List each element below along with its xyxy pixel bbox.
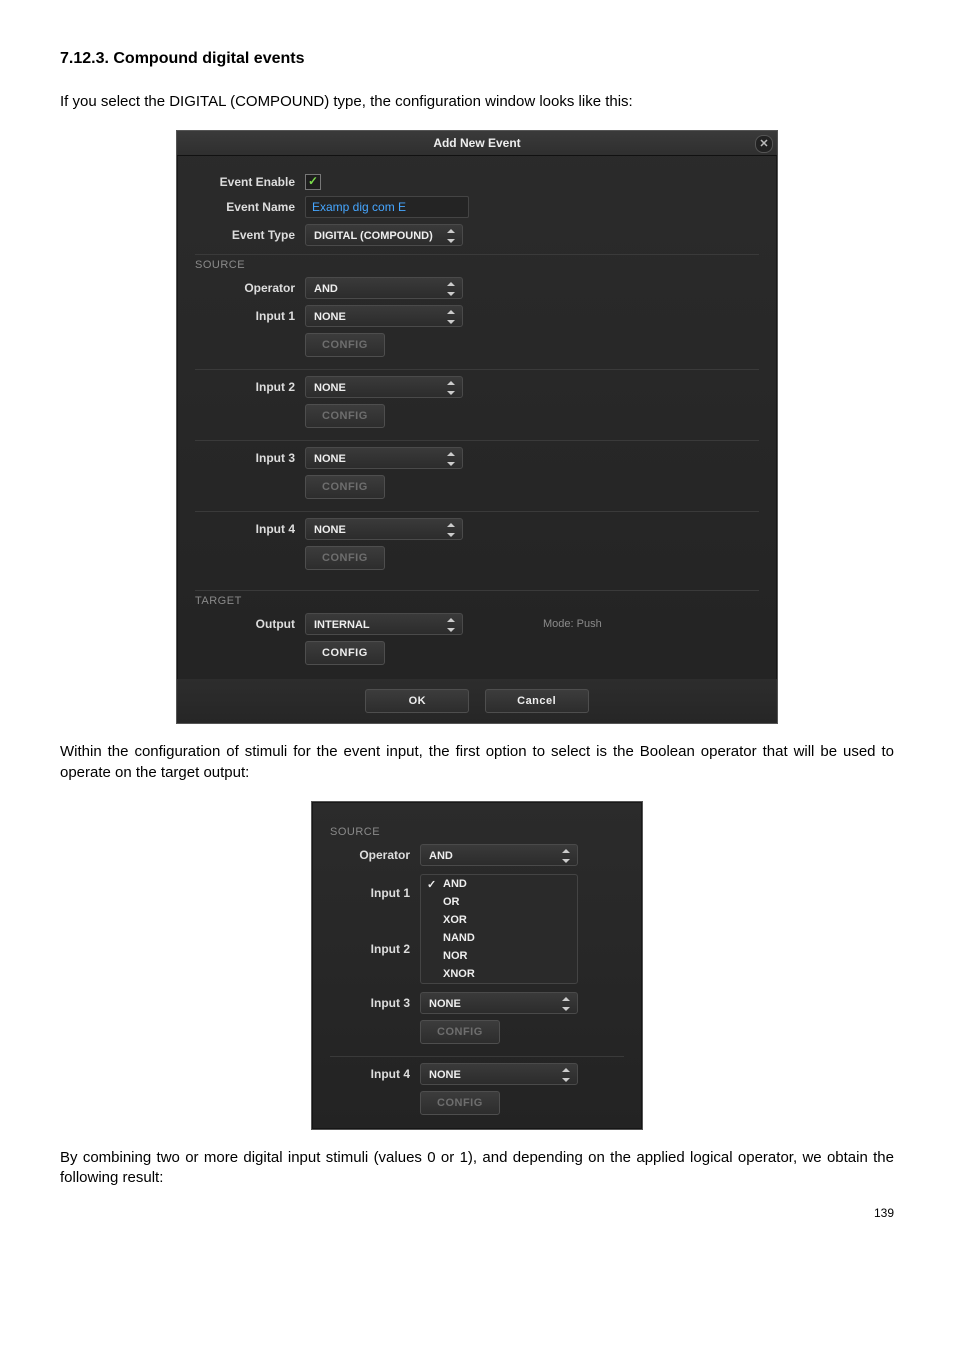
input-2-select[interactable]: NONE [305, 376, 463, 398]
input-3-select-2[interactable]: NONE [420, 992, 578, 1014]
page-number: 139 [60, 1206, 894, 1220]
input-4-config-button-2[interactable]: CONFIG [420, 1091, 500, 1115]
input-3-label: Input 3 [195, 451, 305, 465]
input-3-config-button[interactable]: CONFIG [305, 475, 385, 499]
operator-option-nand[interactable]: NAND [421, 929, 577, 947]
input-2-config-button[interactable]: CONFIG [305, 404, 385, 428]
input-3-label-2: Input 3 [330, 996, 420, 1010]
chevron-updown-icon [444, 617, 458, 633]
event-name-label: Event Name [195, 200, 305, 214]
input-1-label-2: Input 1 [330, 886, 420, 900]
operator-label: Operator [195, 281, 305, 295]
input-1-value: NONE [314, 311, 346, 323]
operator-option-xnor[interactable]: XNOR [421, 965, 577, 983]
operator-option-or[interactable]: OR [421, 893, 577, 911]
intro-paragraph-1: If you select the DIGITAL (COMPOUND) typ… [60, 92, 894, 112]
input-2-value: NONE [314, 382, 346, 394]
output-select[interactable]: INTERNAL [305, 613, 463, 635]
input-1-select[interactable]: NONE [305, 305, 463, 327]
event-enable-checkbox[interactable] [305, 174, 321, 190]
output-label: Output [195, 617, 305, 631]
intro-paragraph-3: By combining two or more digital input s… [60, 1148, 894, 1189]
add-new-event-dialog: Add New Event ✕ Event Enable Event Name … [176, 130, 778, 724]
output-config-button[interactable]: CONFIG [305, 641, 385, 665]
chevron-updown-icon [444, 228, 458, 244]
event-type-label: Event Type [195, 228, 305, 242]
chevron-updown-icon [559, 1067, 573, 1083]
input-2-label: Input 2 [195, 380, 305, 394]
operator-dropdown-panel: SOURCE Operator AND Input 1 Input 2 AND [311, 801, 643, 1130]
input-3-value-2: NONE [429, 998, 461, 1010]
chevron-updown-icon [444, 281, 458, 297]
input-1-config-button[interactable]: CONFIG [305, 333, 385, 357]
operator-select-open[interactable]: AND [420, 844, 578, 866]
input-4-config-button[interactable]: CONFIG [305, 546, 385, 570]
input-4-select[interactable]: NONE [305, 518, 463, 540]
input-3-value: NONE [314, 453, 346, 465]
section-heading: 7.12.3. Compound digital events [60, 50, 894, 68]
input-3-config-button-2[interactable]: CONFIG [420, 1020, 500, 1044]
input-4-value: NONE [314, 524, 346, 536]
chevron-updown-icon [444, 380, 458, 396]
operator-label-2: Operator [330, 848, 420, 862]
event-name-input[interactable]: Examp dig com E [305, 196, 469, 218]
operator-value: AND [314, 283, 338, 295]
source-section-label: SOURCE [195, 254, 759, 271]
intro-paragraph-2: Within the configuration of stimuli for … [60, 742, 894, 783]
event-type-select[interactable]: DIGITAL (COMPOUND) [305, 224, 463, 246]
chevron-updown-icon [444, 309, 458, 325]
source-section-label-2: SOURCE [330, 822, 624, 838]
input-4-select-2[interactable]: NONE [420, 1063, 578, 1085]
operator-options-list[interactable]: AND OR XOR NAND NOR XNOR [420, 874, 578, 984]
operator-value-2: AND [429, 850, 453, 862]
output-value: INTERNAL [314, 619, 370, 631]
output-mode-text: Mode: Push [543, 618, 602, 630]
chevron-updown-icon [559, 848, 573, 864]
close-icon[interactable]: ✕ [755, 135, 773, 153]
event-type-value: DIGITAL (COMPOUND) [314, 230, 433, 242]
event-enable-label: Event Enable [195, 175, 305, 189]
input-4-label-2: Input 4 [330, 1067, 420, 1081]
input-3-select[interactable]: NONE [305, 447, 463, 469]
dialog-titlebar: Add New Event ✕ [177, 131, 777, 156]
chevron-updown-icon [444, 451, 458, 467]
ok-button[interactable]: OK [365, 689, 469, 713]
operator-option-and[interactable]: AND [421, 875, 577, 893]
chevron-updown-icon [444, 522, 458, 538]
input-4-value-2: NONE [429, 1069, 461, 1081]
input-1-label: Input 1 [195, 309, 305, 323]
chevron-updown-icon [559, 996, 573, 1012]
input-2-label-2: Input 2 [330, 942, 420, 956]
input-4-label: Input 4 [195, 522, 305, 536]
target-section-label: TARGET [195, 590, 759, 607]
cancel-button[interactable]: Cancel [485, 689, 589, 713]
operator-option-xor[interactable]: XOR [421, 911, 577, 929]
operator-option-nor[interactable]: NOR [421, 947, 577, 965]
operator-select[interactable]: AND [305, 277, 463, 299]
dialog-title: Add New Event [433, 136, 520, 150]
